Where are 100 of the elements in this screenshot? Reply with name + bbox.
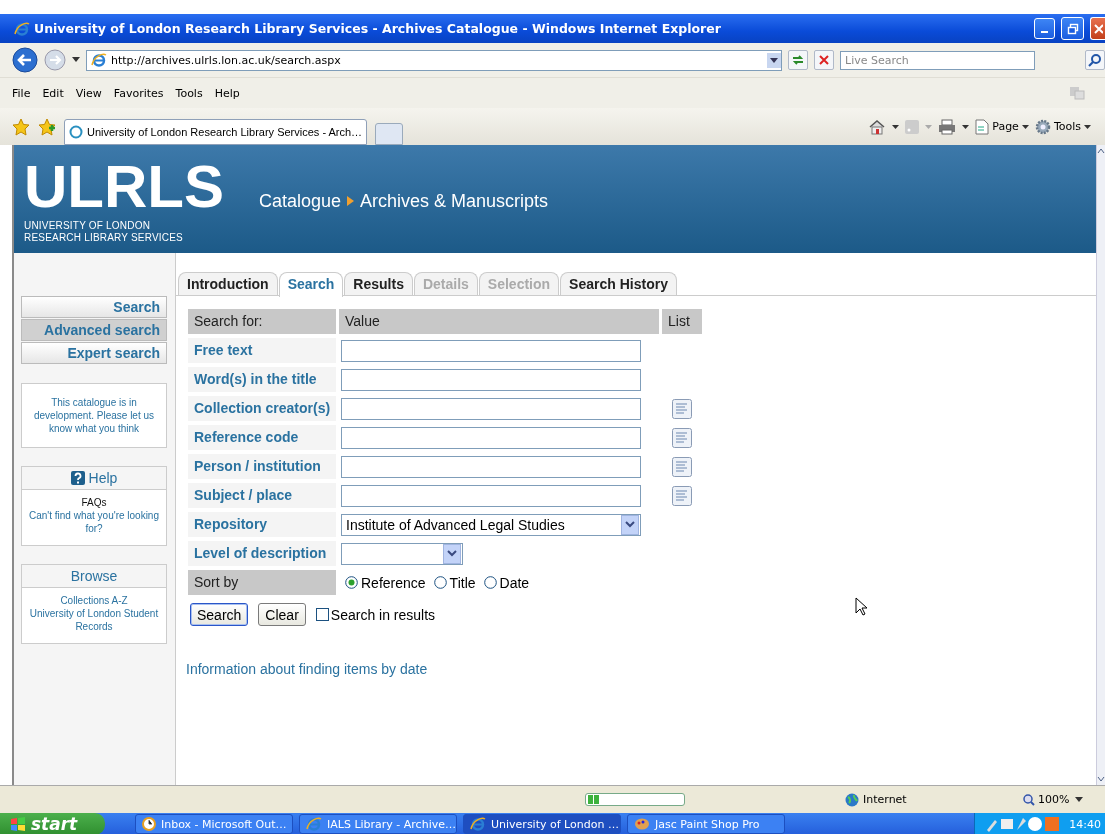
caret-icon	[892, 124, 900, 129]
minimize-button[interactable]	[1034, 18, 1055, 39]
search-button[interactable]	[1085, 50, 1105, 70]
stop-button[interactable]	[814, 50, 834, 70]
sidebar-link[interactable]: University of London Student Records	[26, 607, 162, 633]
taskbar-button[interactable]: Inbox - Microsoft Out…	[135, 814, 293, 834]
field-label: Subject / place	[188, 483, 336, 508]
menu-item[interactable]: Favorites	[107, 86, 170, 100]
paint-icon	[634, 817, 650, 831]
site-logo: ULRLS UNIVERSITY OF LONDON RESEARCH LIBRARY SERVICES	[24, 154, 224, 244]
radio-label: Title	[449, 574, 476, 591]
sidebar-link[interactable]: Collections A-Z	[60, 594, 128, 607]
page-tab[interactable]: Search History	[560, 272, 677, 295]
breadcrumb-item[interactable]: Catalogue	[259, 190, 342, 212]
globe-icon	[845, 792, 859, 807]
home-icon[interactable]	[868, 118, 887, 135]
page-tab[interactable]: Search	[278, 272, 344, 297]
breadcrumb-arrow-icon	[347, 196, 355, 206]
dropdown[interactable]: Institute of Advanced Legal Studies	[341, 513, 641, 536]
taskbar-button[interactable]: IALS Library - Archive…	[299, 814, 457, 834]
column-header: List	[662, 309, 702, 334]
text-field[interactable]	[341, 426, 641, 449]
checkbox-label: Search in results	[330, 606, 436, 623]
mouse-cursor-icon	[855, 597, 869, 617]
toolbar-button[interactable]: Tools	[1034, 118, 1091, 135]
toolbar-button[interactable]: Page	[975, 118, 1029, 135]
menu-item[interactable]: Edit	[36, 86, 70, 100]
form-button[interactable]: Search	[190, 603, 249, 626]
sidebar-link[interactable]: Can't find what you're looking for?	[26, 509, 162, 535]
radio-button[interactable]	[433, 576, 447, 589]
close-icon	[1093, 22, 1103, 35]
radio-button[interactable]	[483, 576, 497, 589]
caret-icon	[1021, 124, 1029, 129]
sidebar-item[interactable]: Expert search	[21, 342, 167, 364]
page-icon	[975, 118, 990, 135]
taskbar-button[interactable]: University of London …	[463, 814, 621, 834]
ie-icon	[470, 816, 486, 832]
caret-icon	[925, 124, 933, 129]
sidebar-item[interactable]: Search	[21, 296, 167, 318]
list-icon[interactable]	[672, 485, 692, 506]
radio-button[interactable]	[345, 576, 358, 589]
form-button[interactable]: Clear	[258, 603, 306, 626]
maximize-button[interactable]	[1061, 17, 1084, 40]
page-icon	[91, 52, 107, 68]
menu-item[interactable]: Help	[208, 86, 246, 100]
field-label: Reference code	[188, 425, 336, 450]
page-tab[interactable]: Results	[344, 272, 413, 295]
stop-icon	[818, 54, 830, 66]
menu-item[interactable]: Tools	[169, 86, 209, 100]
star-icon[interactable]	[12, 117, 30, 136]
forward-icon[interactable]	[44, 49, 66, 71]
taskbar-button[interactable]: Jasc Paint Shop Pro	[627, 814, 785, 834]
caret-icon	[1084, 124, 1091, 129]
printer-icon[interactable]	[938, 118, 957, 135]
browser-tab[interactable]: University of London Research Library Services - Arch…	[64, 119, 368, 145]
radio-label: Reference	[361, 574, 426, 591]
address-field[interactable]: http://archives.ulrls.lon.ac.uk/search.aspx	[86, 49, 782, 71]
panel-heading: Browse	[70, 568, 118, 584]
column-header: Value	[339, 309, 659, 334]
field-label: Sort by	[188, 570, 336, 595]
page-tab[interactable]: Introduction	[178, 272, 278, 295]
windows-logo-icon	[10, 816, 26, 832]
help-icon	[70, 471, 85, 485]
window-title: University of London Research Library Services - Archives Catalogue - Windows Internet Explorer	[34, 21, 722, 36]
search-field[interactable]: Live Search	[840, 50, 1035, 70]
close-button[interactable]	[1090, 17, 1105, 40]
dropdown[interactable]	[341, 542, 463, 565]
scrollbar[interactable]	[1096, 145, 1105, 785]
text-field[interactable]	[341, 455, 641, 478]
add-favorite-icon[interactable]	[38, 117, 56, 136]
radio-label: Date	[499, 574, 530, 591]
caret-icon	[962, 124, 970, 129]
new-tab-button[interactable]	[375, 123, 404, 145]
list-icon[interactable]	[672, 427, 692, 448]
breadcrumb-item: Archives & Manuscripts	[360, 190, 549, 212]
checkbox[interactable]	[315, 608, 329, 621]
info-link[interactable]: Information about finding items by date	[186, 661, 428, 677]
menu-item[interactable]: View	[69, 86, 108, 100]
field-label: Free text	[188, 338, 336, 363]
text-field[interactable]	[341, 484, 641, 507]
text-field[interactable]	[341, 397, 641, 420]
text-field[interactable]	[341, 368, 641, 391]
back-icon[interactable]	[12, 47, 38, 73]
field-label: Repository	[188, 512, 336, 537]
panel-heading: Help	[88, 470, 118, 486]
list-icon[interactable]	[672, 398, 692, 419]
zoom-control[interactable]: 100%	[1023, 793, 1084, 806]
field-label: Word(s) in the title	[188, 367, 336, 392]
search-icon	[1088, 53, 1102, 67]
text-field[interactable]	[341, 339, 641, 362]
ie-logo-icon	[14, 20, 30, 37]
field-label: Level of description	[188, 541, 336, 566]
zoom-icon	[1023, 793, 1035, 806]
dropdown-arrow-icon	[1075, 797, 1084, 802]
dropdown-arrow-icon[interactable]	[72, 57, 80, 63]
ie-icon	[306, 816, 322, 832]
menu-item[interactable]: File	[6, 86, 37, 100]
notice-text: This catalogue is in development. Please let us know what you think	[21, 383, 167, 448]
list-icon[interactable]	[672, 456, 692, 477]
refresh-button[interactable]	[788, 50, 808, 70]
